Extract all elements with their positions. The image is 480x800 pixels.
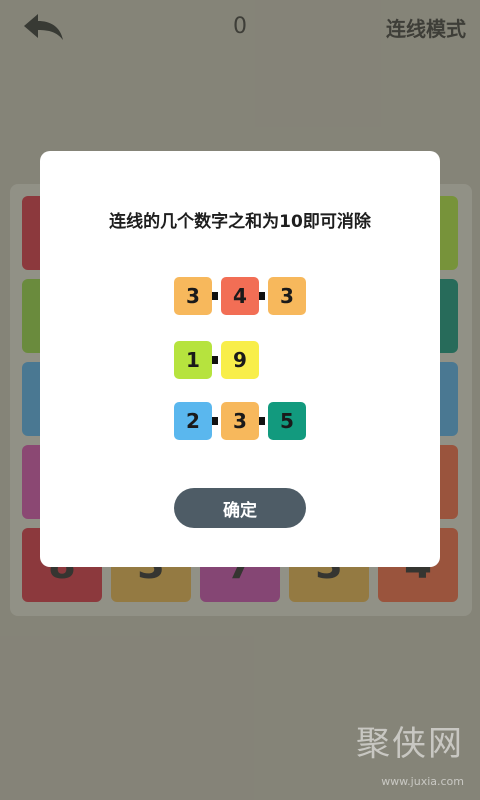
number-cell: 3 bbox=[174, 277, 212, 315]
chain-link bbox=[212, 417, 218, 425]
confirm-button[interactable]: 确定 bbox=[174, 488, 306, 528]
example-chain: 1 9 bbox=[40, 341, 440, 381]
example-chain: 2 3 5 bbox=[40, 402, 440, 442]
chain-link bbox=[212, 356, 218, 364]
number-cell: 3 bbox=[268, 277, 306, 315]
watermark-logo-text: 聚侠网 bbox=[356, 724, 464, 764]
tutorial-dialog: 连线的几个数字之和为10即可消除 3 4 3 1 9 2 3 5 确定 bbox=[40, 151, 440, 567]
site-watermark: 聚侠网 www.juxia.com bbox=[354, 714, 466, 788]
number-cell: 4 bbox=[221, 277, 259, 315]
chain-link bbox=[259, 417, 265, 425]
number-cell: 2 bbox=[174, 402, 212, 440]
watermark-url: www.juxia.com bbox=[381, 775, 464, 788]
example-chain: 3 4 3 bbox=[40, 277, 440, 317]
chain-link bbox=[259, 292, 265, 300]
dialog-title: 连线的几个数字之和为10即可消除 bbox=[109, 212, 371, 232]
number-cell: 5 bbox=[268, 402, 306, 440]
number-cell: 1 bbox=[174, 341, 212, 379]
chain-link bbox=[212, 292, 218, 300]
number-cell: 3 bbox=[221, 402, 259, 440]
number-cell: 9 bbox=[221, 341, 259, 379]
